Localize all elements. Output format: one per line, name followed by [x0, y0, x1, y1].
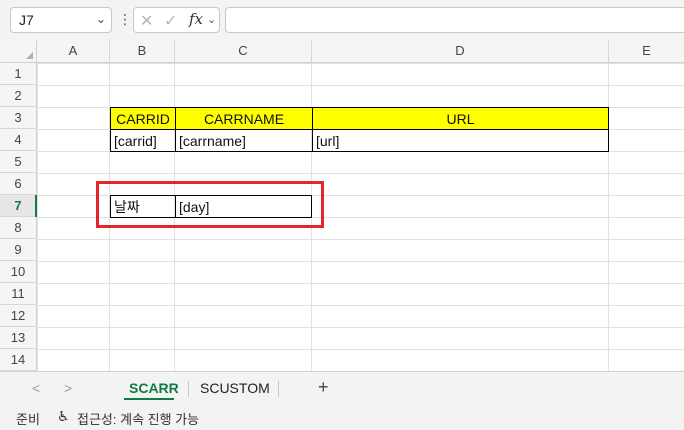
insert-function-icon[interactable]: fx	[189, 10, 203, 28]
row-header-4[interactable]: 4	[0, 129, 37, 151]
active-tab-indicator	[124, 398, 174, 400]
formula-input[interactable]	[225, 7, 684, 33]
column-header-e[interactable]: E	[609, 40, 684, 62]
cell-d3[interactable]: URL	[312, 107, 609, 130]
name-box-value: J7	[19, 12, 34, 28]
formula-bar: J7 ⌄ ⋮ ✕ ✓ fx ⌄	[0, 0, 684, 40]
column-header-a[interactable]: A	[37, 40, 110, 62]
sheet-tab-scustom[interactable]: SCUSTOM	[200, 380, 270, 396]
row-header-11[interactable]: 11	[0, 283, 37, 305]
sheet-tabs-bar: < > SCARR SCUSTOM +	[0, 371, 684, 405]
column-header-c[interactable]: C	[175, 40, 312, 62]
row-header-1[interactable]: 1	[0, 63, 37, 85]
more-options-icon[interactable]: ⋮	[118, 9, 132, 29]
name-box[interactable]: J7 ⌄	[10, 7, 112, 33]
row-header-14[interactable]: 14	[0, 349, 37, 371]
row-header-12[interactable]: 12	[0, 305, 37, 327]
accessibility-icon[interactable]: ♿	[57, 408, 70, 425]
chevron-down-icon[interactable]: ⌄	[96, 12, 106, 26]
cell-d4[interactable]: [url]	[312, 129, 609, 152]
sheet-tab-scarr[interactable]: SCARR	[129, 380, 179, 396]
add-sheet-icon[interactable]: +	[318, 377, 329, 398]
select-all-button[interactable]	[0, 40, 37, 62]
column-header-b[interactable]: B	[110, 40, 175, 62]
row-header-10[interactable]: 10	[0, 261, 37, 283]
cell-b3[interactable]: CARRID	[110, 107, 176, 130]
formula-buttons: ✕ ✓ fx ⌄	[133, 7, 220, 33]
row-header-8[interactable]: 8	[0, 217, 37, 239]
cell-c4[interactable]: [carrname]	[175, 129, 313, 152]
status-ready: 준비	[16, 412, 40, 427]
highlight-box	[96, 181, 324, 228]
next-sheet-icon[interactable]: >	[64, 380, 72, 396]
row-header-5[interactable]: 5	[0, 151, 37, 173]
accessibility-status[interactable]: 접근성: 계속 진행 가능	[77, 409, 199, 428]
cell-c3[interactable]: CARRNAME	[175, 107, 313, 130]
row-header-13[interactable]: 13	[0, 327, 37, 349]
status-bar: 준비 ♿ 접근성: 계속 진행 가능	[0, 405, 684, 430]
column-header-d[interactable]: D	[312, 40, 609, 62]
row-header-6[interactable]: 6	[0, 173, 37, 195]
row-header-7[interactable]: 7	[0, 195, 37, 217]
row-header-3[interactable]: 3	[0, 107, 37, 129]
chevron-down-icon[interactable]: ⌄	[207, 13, 216, 26]
cancel-icon[interactable]: ✕	[140, 11, 153, 31]
check-icon[interactable]: ✓	[164, 11, 177, 31]
cell-b4[interactable]: [carrid]	[110, 129, 176, 152]
column-headers: A B C D E	[0, 40, 684, 63]
row-header-2[interactable]: 2	[0, 85, 37, 107]
row-header-9[interactable]: 9	[0, 239, 37, 261]
prev-sheet-icon[interactable]: <	[32, 380, 40, 396]
